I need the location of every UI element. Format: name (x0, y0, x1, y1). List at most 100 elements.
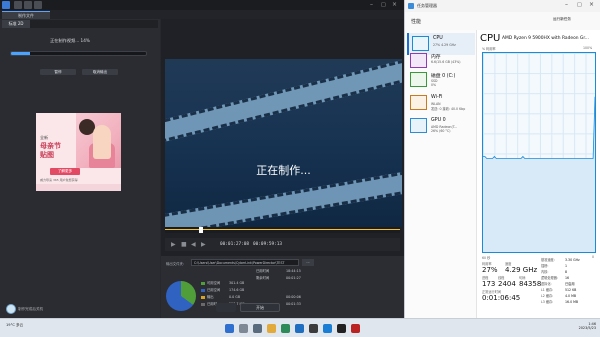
shutdown-after-produce-label[interactable]: 制作完成后关机 (18, 307, 43, 312)
minimize-icon[interactable]: – (565, 1, 568, 8)
terminal-icon[interactable] (309, 324, 318, 333)
proc-value: 173 (482, 280, 496, 288)
resource-item-wifi[interactable]: Wi-Fi WLAN 发送: 0 接收: 40.0 Kbp (407, 92, 475, 114)
progress-text: 正在制作视频... 14% (50, 38, 90, 43)
save-icon[interactable] (24, 1, 32, 9)
legend-row-free: 可用空间 301.4 GB (201, 280, 244, 286)
spec-label: 插槽: (541, 264, 549, 268)
ad-bottom-strip (36, 184, 121, 191)
store-icon[interactable] (295, 324, 304, 333)
playhead-handle[interactable] (199, 227, 203, 233)
title-bar: – □ × (0, 0, 404, 10)
cpu-utilization-graph (482, 52, 596, 253)
output-folder-field[interactable]: C:\Users\User\Documents\CyberLink\PowerD… (191, 259, 299, 266)
minimize-icon[interactable]: – (370, 1, 378, 9)
gpu-thumbnail (410, 118, 427, 133)
resource-item-disk[interactable]: 磁盘 0 (C:) SSD 0% (407, 69, 475, 91)
close-icon[interactable]: × (392, 1, 400, 9)
watermark: 值 什么值得买 (481, 309, 539, 319)
output-info-pane: 输出文件夹: C:\Users\User\Documents\CyberLink… (161, 256, 404, 318)
legend-value: 0.0 GB (229, 295, 241, 299)
next-frame-icon[interactable]: ▶ (201, 241, 206, 248)
clock[interactable]: 1:46 2023/5/23 (566, 322, 596, 330)
start-produce-button[interactable]: 开始 (240, 303, 280, 312)
tab-format-2[interactable] (32, 20, 60, 28)
clock-date: 2023/5/23 (578, 326, 596, 330)
browse-folder-button[interactable]: ... (302, 259, 314, 266)
task-manager-taskbar-icon[interactable] (323, 324, 332, 333)
resource-item-gpu[interactable]: GPU 0 AMD Radeon(T... 26% (60 °C) (407, 115, 475, 137)
cpu-thumbnail (412, 36, 429, 51)
cpu-utilization-series (483, 96, 595, 159)
maximize-icon[interactable]: □ (381, 1, 389, 9)
task-manager-window: 任务管理器 – □ × 性能 运行新任务 CPU 27% 4.29 GHz 内存… (404, 0, 600, 318)
tab-format-5[interactable] (122, 20, 150, 28)
legend-value: 174.6 GB (229, 288, 245, 292)
app-logo-icon (2, 1, 10, 9)
disk-space-pie (166, 281, 196, 311)
tab-2[interactable] (55, 11, 75, 19)
start-icon[interactable] (225, 324, 234, 333)
stat-label: 剩余时间 (256, 276, 270, 280)
threads-value: 2404 (498, 280, 516, 288)
task-manager-logo-icon (408, 3, 414, 9)
pause-button[interactable]: 暂停 (40, 69, 76, 75)
run-new-task-button[interactable]: 运行新任务 (553, 17, 571, 22)
import-icon[interactable] (14, 1, 22, 9)
scrubber[interactable] (165, 227, 400, 233)
powerdirector-taskbar-icon[interactable] (337, 324, 346, 333)
stop-icon[interactable]: ■ (181, 241, 187, 248)
legend-value: 301.4 GB (229, 281, 245, 285)
back-button[interactable] (216, 303, 236, 312)
app-taskbar-icon[interactable] (351, 324, 360, 333)
graph-max: 100% (583, 46, 593, 50)
spec-label: 基准速度: (541, 258, 555, 262)
ad-banner[interactable]: 全新 母亲节 贴图 了解更多 威力导演 365 用户免费获得 (36, 113, 121, 191)
close-icon[interactable]: × (589, 1, 594, 8)
search-icon[interactable] (239, 324, 248, 333)
graph-zero: 0 (592, 255, 595, 259)
stat-value: 00:00:06 (286, 295, 301, 299)
maximize-icon[interactable]: □ (577, 2, 582, 8)
tab-standard-2d[interactable]: 标准 2D (2, 20, 30, 28)
stat-value: 00:01:33 (286, 302, 301, 306)
ad-photo-girl (93, 125, 111, 159)
stat-value: 18:44:15 (286, 269, 301, 273)
spec-label: L3 缓存: (541, 300, 554, 304)
handles-value: 84358 (519, 280, 542, 288)
avatar[interactable] (6, 304, 16, 314)
resource-name: Wi-Fi (431, 95, 443, 100)
legend-swatch (201, 281, 205, 285)
file-explorer-icon[interactable] (267, 324, 276, 333)
spec-label: L2 缓存: (541, 294, 554, 298)
timecode-current: 00:01:27:08 (220, 242, 250, 247)
play-icon[interactable]: ▶ (171, 241, 176, 248)
cancel-button[interactable]: 取消输出 (82, 69, 118, 75)
edge-icon[interactable] (281, 324, 290, 333)
tab-3[interactable] (80, 11, 100, 19)
uptime-value: 0:01:06:45 (482, 294, 521, 302)
video-preview: 正在制作... (165, 59, 402, 227)
ad-learn-more-button[interactable]: 了解更多 (50, 168, 80, 175)
cpu-model: AMD Ryzen 9 5900HX with Radeon Gr... (502, 36, 589, 41)
spec-label: 逻辑处理器: (541, 276, 559, 280)
weather-widget[interactable]: 19°C 多云 (6, 323, 23, 328)
timecode-total: 00:09:59:13 (253, 242, 283, 247)
tab-produce-file[interactable]: 制作文件 (2, 11, 50, 19)
legend-swatch (201, 288, 205, 292)
resource-detail: SSD 0% (431, 79, 438, 87)
resource-detail: AMD Radeon(T... 26% (60 °C) (431, 125, 458, 133)
stat-label: 已用时间 (256, 269, 270, 273)
film-strip-top (165, 59, 402, 145)
stat-value: 00:01:27 (286, 276, 301, 280)
undo-icon[interactable] (34, 1, 42, 9)
resource-name: 内存 (431, 55, 441, 60)
output-folder-label: 输出文件夹: (166, 262, 185, 266)
tab-format-3[interactable] (62, 20, 90, 28)
page-title: 性能 (411, 19, 422, 25)
task-view-icon[interactable] (253, 324, 262, 333)
stat-row: 剩余时间 00:01:27 (256, 275, 301, 281)
prev-frame-icon[interactable]: ◀ (191, 241, 196, 248)
taskbar: 19°C 多云 1:46 2023/5/23 (0, 318, 600, 337)
tab-format-4[interactable] (92, 20, 120, 28)
